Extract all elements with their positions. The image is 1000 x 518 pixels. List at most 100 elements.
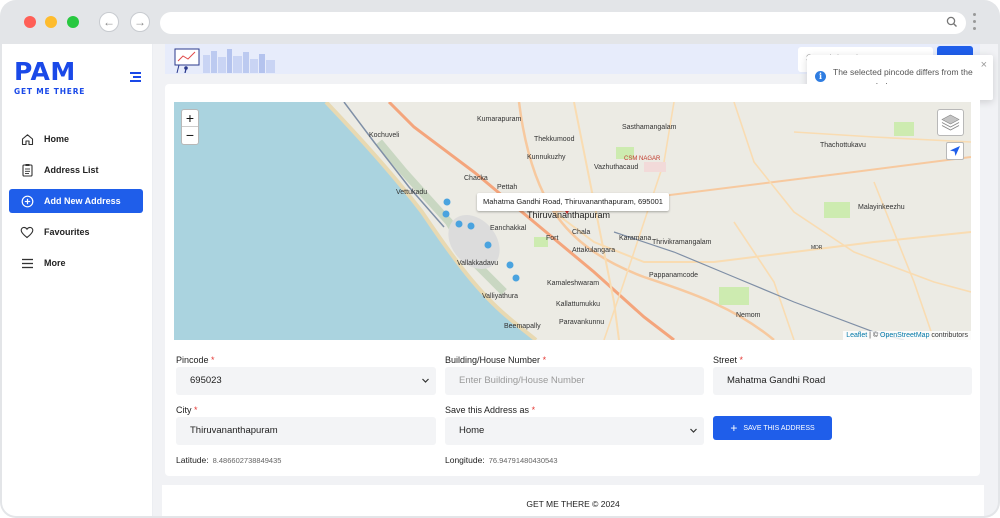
longitude-label: Longitude: [445, 455, 485, 465]
building-label: Building/House Number * [445, 355, 547, 365]
browser-window: ← → PAM GET ME THERE Home Address List A… [0, 0, 1000, 518]
street-label: Street * [713, 355, 744, 365]
map-label: MDR [811, 245, 823, 251]
map-label: Kamaleshwaram [547, 280, 600, 287]
menu-lines-icon [20, 256, 34, 270]
sidebar-item-more[interactable]: More [9, 251, 143, 275]
leaflet-link[interactable]: Leaflet [846, 332, 867, 339]
zoom-out-button[interactable]: − [182, 127, 198, 144]
zoom-in-button[interactable]: + [182, 110, 198, 127]
map-label: Thachottukavu [820, 142, 866, 149]
footer: GET ME THERE © 2024 [162, 485, 984, 516]
map-label: Thekkumood [534, 136, 575, 143]
map-label: CSM NAGAR [624, 156, 661, 162]
map-attribution: Leaflet | © OpenStreetMap contributors [843, 331, 971, 340]
latitude-label: Latitude: [176, 455, 209, 465]
map-label: Chala [572, 229, 591, 236]
save-as-label: Save this Address as * [445, 405, 536, 415]
longitude-value: 76.94791480430543 [488, 456, 558, 465]
logo[interactable]: PAM GET ME THERE [14, 57, 86, 97]
map-label: Sasthamangalam [622, 124, 677, 131]
logo-tagline: GET ME THERE [14, 87, 86, 96]
sidebar-item-favourites[interactable]: Favourites [9, 220, 143, 244]
map-label: Vazhuthacaud [594, 164, 639, 171]
map-view[interactable]: Kumarapuram Thekkumood Sasthamangalam Ku… [174, 102, 971, 340]
zoom-control: + − [181, 109, 199, 145]
layers-icon[interactable] [937, 109, 964, 136]
map-label: Pappanamcode [649, 272, 699, 279]
sidebar-item-label: Address List [44, 165, 99, 175]
info-icon: i [815, 71, 826, 82]
map-label: Valliyathura [482, 293, 519, 300]
plus-circle-icon [20, 194, 34, 208]
map-label: Eanchakkal [490, 225, 527, 232]
map-label: Attakulangara [572, 247, 616, 254]
add-address-card: Kumarapuram Thekkumood Sasthamangalam Ku… [165, 84, 980, 476]
map-label: Vettukadu [396, 189, 428, 196]
save-as-value: Home [459, 425, 485, 436]
map-label: Pettah [497, 184, 518, 191]
city-input[interactable]: Thiruvananthapuram [176, 417, 436, 445]
close-window-dot[interactable] [24, 16, 36, 28]
longitude-display: Longitude: 76.94791480430543 [445, 455, 558, 465]
save-as-select[interactable]: Home [445, 417, 704, 445]
save-address-label: SAVE THIS ADDRESS [743, 424, 815, 432]
collapse-menu-icon[interactable] [130, 72, 141, 85]
latitude-display: Latitude: 8.486602738849435 [176, 455, 281, 465]
maximize-window-dot[interactable] [67, 16, 79, 28]
browser-toolbar: ← → [0, 0, 1000, 44]
map-label: Fort [546, 235, 559, 242]
map-location-popup: Mahatma Gandhi Road, Thiruvananthapuram,… [477, 193, 669, 211]
sidebar-menu: Home Address List Add New Address Favour… [9, 127, 143, 282]
clipboard-icon [20, 163, 34, 177]
map-label: Karamana [619, 235, 652, 242]
map-label: Thiruvananthapuram [527, 210, 611, 220]
search-icon [946, 16, 957, 27]
attribution-suffix: contributors [929, 332, 968, 339]
pincode-select[interactable]: 695023 [176, 367, 436, 395]
close-icon[interactable]: × [981, 59, 987, 71]
building-input[interactable]: Enter Building/House Number [445, 367, 704, 395]
browser-menu-icon[interactable] [973, 13, 977, 33]
sidebar-item-label: Home [44, 134, 70, 144]
street-input[interactable]: Mahatma Gandhi Road [713, 367, 972, 395]
sidebar-item-add-new-address[interactable]: Add New Address [9, 189, 143, 213]
locate-me-icon[interactable] [946, 142, 964, 160]
sidebar-item-label: Add New Address [44, 196, 121, 206]
sidebar-item-label: More [44, 258, 66, 268]
forward-arrow-icon[interactable]: → [130, 12, 150, 32]
home-icon [20, 132, 34, 146]
map-label: Kallattumukku [556, 301, 600, 308]
map-label: Chacka [464, 175, 488, 182]
sidebar: PAM GET ME THERE Home Address List Add N… [2, 44, 153, 516]
map-label: Kumarapuram [477, 116, 522, 123]
pincode-label: Pincode * [176, 355, 215, 365]
address-bar[interactable] [160, 12, 966, 34]
map-label: Paravankunnu [559, 319, 605, 326]
page-viewport: PAM GET ME THERE Home Address List Add N… [2, 44, 998, 516]
back-arrow-icon[interactable]: ← [99, 12, 119, 32]
plus-icon: + [730, 421, 738, 435]
heart-icon [20, 225, 34, 239]
sidebar-item-address-list[interactable]: Address List [9, 158, 143, 182]
latitude-value: 8.486602738849435 [212, 456, 282, 465]
map-label: Beemapally [504, 323, 541, 330]
city-illustration-icon [174, 48, 275, 73]
map-label: Kochuveli [369, 132, 400, 139]
logo-text: PAM [14, 57, 76, 86]
attribution-separator: | © [867, 332, 881, 339]
save-address-button[interactable]: + SAVE THIS ADDRESS [713, 416, 832, 440]
city-label: City * [176, 405, 198, 415]
sidebar-item-label: Favourites [44, 227, 90, 237]
chevron-down-icon [422, 378, 429, 383]
map-label: Vallakkadavu [457, 260, 499, 267]
map-label: Nemom [736, 312, 761, 319]
chevron-down-icon [690, 428, 697, 433]
minimize-window-dot[interactable] [45, 16, 57, 28]
map-label: Thrivikramangalam [652, 239, 712, 246]
sidebar-item-home[interactable]: Home [9, 127, 143, 151]
pincode-value: 695023 [190, 375, 222, 386]
map-label: Kunnukuzhy [527, 154, 566, 161]
map-label: Malayinkeezhu [858, 204, 905, 211]
openstreetmap-link[interactable]: OpenStreetMap [880, 332, 929, 339]
